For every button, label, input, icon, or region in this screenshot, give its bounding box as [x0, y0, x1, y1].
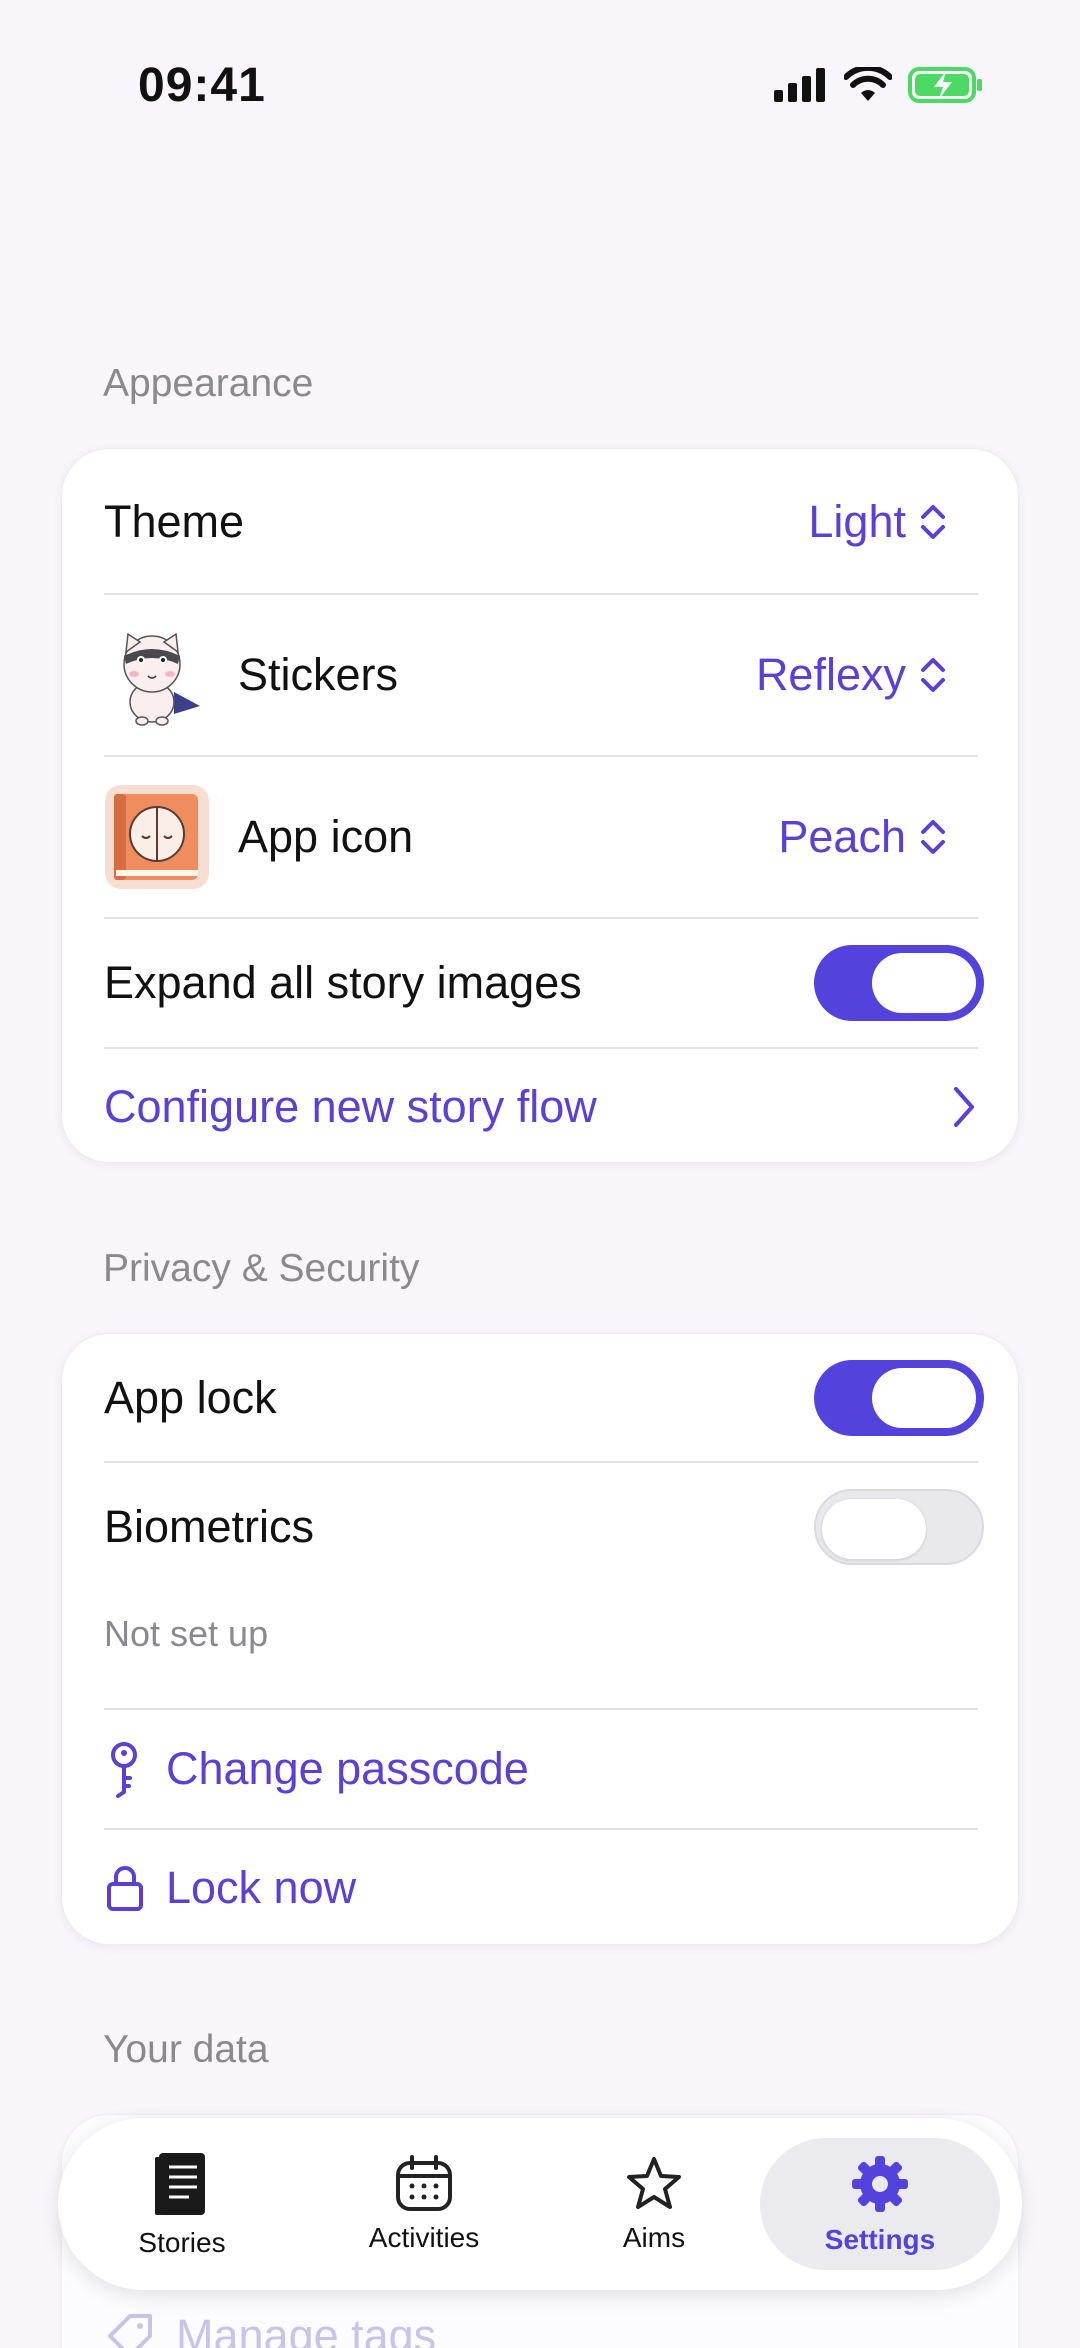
biometrics-status: Not set up	[104, 1613, 269, 1654]
chevron-right-icon	[954, 1086, 974, 1127]
section-label-privacy-security: Privacy & Security	[103, 1247, 420, 1290]
wifi-icon	[844, 67, 892, 101]
theme-label: Theme	[104, 495, 245, 547]
toggle-knob	[822, 1499, 926, 1559]
stickers-picker[interactable]: Reflexy	[756, 649, 946, 701]
configure-story-flow-label: Configure new story flow	[104, 1080, 597, 1132]
biometrics-status-row: Not set up	[62, 1591, 1020, 1677]
gear-icon	[852, 2156, 908, 2212]
privacy-security-card: App lock Biometrics Not set up Change pa…	[61, 1333, 1019, 1945]
tab-label: Activities	[368, 2222, 480, 2253]
section-label-appearance: Appearance	[103, 362, 314, 405]
theme-row[interactable]: Theme Light	[62, 449, 1020, 594]
expand-images-row: Expand all story images	[62, 919, 1020, 1047]
app-icon-label: App icon	[238, 811, 414, 862]
battery-charging-icon	[908, 67, 982, 103]
lock-now-label: Lock now	[166, 1862, 357, 1913]
stickers-value: Reflexy	[755, 649, 906, 700]
biometrics-row: Biometrics	[62, 1463, 1020, 1591]
tab-activities[interactable]: Activities	[304, 2118, 544, 2290]
app-icon-picker[interactable]: Peach	[778, 811, 946, 863]
toggle-knob	[872, 1368, 976, 1428]
app-icon-row[interactable]: App icon Peach	[62, 757, 1020, 917]
section-label-your-data: Your data	[103, 2028, 269, 2071]
change-passcode-label: Change passcode	[166, 1743, 529, 1794]
expand-images-label: Expand all story images	[104, 957, 582, 1008]
theme-picker[interactable]: Light	[808, 496, 946, 548]
lock-icon	[107, 1866, 143, 1911]
sticker-cat-icon	[123, 632, 200, 726]
app-lock-toggle[interactable]	[814, 1360, 984, 1436]
tab-bar: Stories Activities Aims Settings	[58, 2118, 1022, 2290]
toggle-knob	[872, 953, 976, 1013]
app-icon-value: Peach	[778, 811, 906, 862]
status-icons	[774, 66, 984, 104]
biometrics-label: Biometrics	[104, 1501, 315, 1552]
book-icon	[155, 2153, 205, 2215]
status-time: 09:41	[138, 59, 266, 112]
manage-tags-row[interactable]: Manage tags	[104, 2310, 436, 2348]
change-passcode-row[interactable]: Change passcode	[62, 1710, 1020, 1828]
tag-icon	[108, 2314, 152, 2348]
appearance-card: Theme Light Stickers Reflexy App icon Pe…	[61, 448, 1019, 1163]
expand-images-toggle[interactable]	[814, 945, 984, 1021]
biometrics-toggle[interactable]	[814, 1489, 984, 1565]
app-lock-label: App lock	[104, 1372, 277, 1423]
status-bar: 09:41	[0, 0, 1080, 160]
tab-settings[interactable]: Settings	[760, 2138, 1000, 2270]
chevron-up-down-icon	[921, 658, 945, 692]
tab-label: Settings	[824, 2224, 936, 2255]
configure-story-flow-row[interactable]: Configure new story flow	[62, 1049, 1020, 1164]
theme-value: Light	[808, 495, 906, 547]
tab-stories[interactable]: Stories	[62, 2118, 302, 2290]
peach-app-icon	[105, 785, 209, 889]
cellular-signal-icon	[774, 68, 825, 102]
calendar-icon	[396, 2155, 452, 2211]
stickers-label: Stickers	[238, 649, 399, 700]
chevron-up-down-icon	[921, 504, 945, 539]
key-icon	[111, 1742, 137, 1798]
app-lock-row: App lock	[62, 1334, 1020, 1462]
manage-tags-label: Manage tags	[176, 2310, 437, 2348]
star-icon	[627, 2157, 681, 2209]
tab-label: Stories	[138, 2227, 226, 2258]
tab-label: Aims	[622, 2222, 686, 2253]
lock-now-row[interactable]: Lock now	[62, 1830, 1020, 1946]
tab-aims[interactable]: Aims	[534, 2118, 774, 2290]
chevron-up-down-icon	[921, 820, 945, 854]
stickers-row[interactable]: Stickers Reflexy	[62, 595, 1020, 755]
